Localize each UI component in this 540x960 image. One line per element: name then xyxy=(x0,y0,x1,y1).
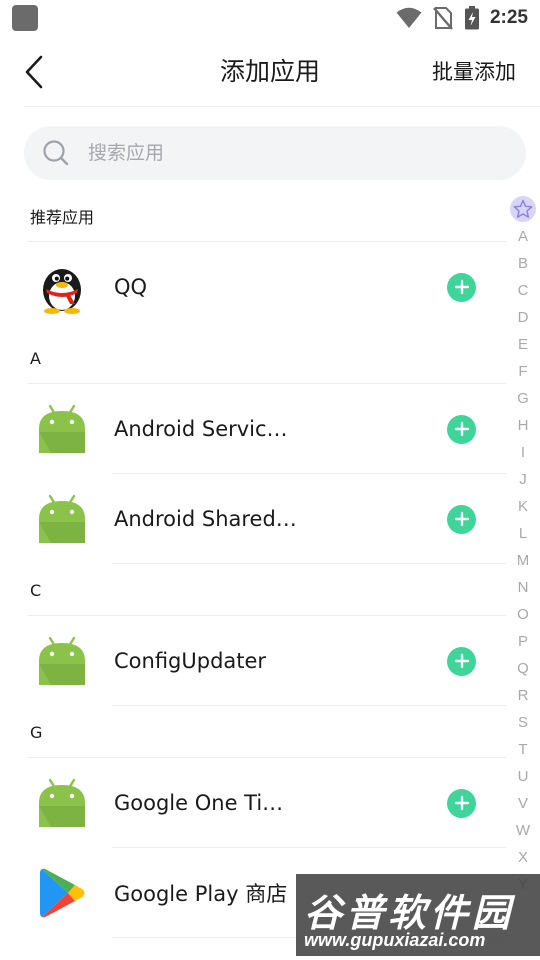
app-row-qq[interactable]: QQ xyxy=(0,242,540,332)
watermark-title: 谷普软件园 xyxy=(304,891,515,935)
index-letter-d[interactable]: D xyxy=(518,304,529,331)
app-row-android-shared[interactable]: Android Shared… xyxy=(0,474,540,564)
index-letter-t[interactable]: T xyxy=(518,736,527,763)
plus-icon xyxy=(454,653,469,669)
watermark: 谷普软件园 www.gupuxiazai.com xyxy=(296,874,540,956)
index-letter-a[interactable]: A xyxy=(518,223,528,250)
search-icon xyxy=(42,139,70,167)
index-letter-s[interactable]: S xyxy=(518,709,528,736)
index-letter-g[interactable]: G xyxy=(517,385,529,412)
app-name: Google Play 商店 xyxy=(114,882,288,906)
alphabet-index-bar[interactable]: A B C D E F G H I J K L M N O P Q R S T … xyxy=(510,196,536,898)
plus-icon xyxy=(454,511,469,527)
watermark-url: www.gupuxiazai.com xyxy=(304,930,486,950)
android-icon xyxy=(36,403,88,455)
qq-penguin-icon xyxy=(36,261,88,314)
app-name: ConfigUpdater xyxy=(114,649,267,673)
android-icon xyxy=(36,635,88,687)
app-name: QQ xyxy=(114,275,148,299)
add-button[interactable] xyxy=(447,788,476,818)
index-letter-w[interactable]: W xyxy=(516,817,530,844)
index-letter-k[interactable]: K xyxy=(518,493,528,520)
index-letter-e[interactable]: E xyxy=(518,331,528,358)
app-row-android-services[interactable]: Android Servic… xyxy=(0,384,540,474)
plus-icon xyxy=(454,279,469,295)
header: 添加应用 批量添加 xyxy=(0,36,540,106)
android-icon xyxy=(36,777,88,829)
add-button[interactable] xyxy=(447,272,476,302)
index-letter-h[interactable]: H xyxy=(518,412,529,439)
app-row-configupdater[interactable]: ConfigUpdater xyxy=(0,616,540,706)
section-header-a: A xyxy=(0,332,540,384)
status-time: 2:25 xyxy=(489,7,528,28)
index-letter-m[interactable]: M xyxy=(517,547,530,574)
app-list: 推荐应用 QQ A Android Servic… Android Shared… xyxy=(0,190,540,938)
app-name: Google One Ti… xyxy=(114,791,284,815)
index-letter-c[interactable]: C xyxy=(518,277,529,304)
status-bar: 2:25 xyxy=(0,0,540,36)
app-row-google-one[interactable]: Google One Ti… xyxy=(0,758,540,848)
app-name: Android Servic… xyxy=(114,417,288,441)
index-letter-l[interactable]: L xyxy=(519,520,527,547)
index-letter-q[interactable]: Q xyxy=(517,655,529,682)
header-divider xyxy=(24,106,540,107)
android-icon xyxy=(36,493,88,545)
notification-icon xyxy=(12,5,38,31)
index-letter-u[interactable]: U xyxy=(518,763,529,790)
section-header-g: G xyxy=(0,706,540,758)
add-button[interactable] xyxy=(447,504,476,534)
add-button[interactable] xyxy=(447,414,476,444)
index-letter-p[interactable]: P xyxy=(518,628,528,655)
search-input[interactable] xyxy=(86,141,470,165)
index-letter-b[interactable]: B xyxy=(518,250,528,277)
index-letter-x[interactable]: X xyxy=(518,844,528,871)
wifi-icon xyxy=(396,7,422,28)
battery-charging-icon xyxy=(464,6,479,30)
status-icons: 2:25 xyxy=(396,6,528,30)
add-button[interactable] xyxy=(447,646,476,676)
search-box[interactable] xyxy=(24,126,526,180)
google-play-icon xyxy=(36,867,88,919)
star-icon[interactable] xyxy=(510,196,536,222)
section-header-recommended: 推荐应用 xyxy=(0,190,540,242)
batch-add-button[interactable]: 批量添加 xyxy=(432,56,516,86)
index-letter-n[interactable]: N xyxy=(518,574,529,601)
index-letter-o[interactable]: O xyxy=(517,601,529,628)
index-letter-v[interactable]: V xyxy=(518,790,528,817)
plus-icon xyxy=(454,795,469,811)
app-name: Android Shared… xyxy=(114,507,297,531)
section-header-c: C xyxy=(0,564,540,616)
index-letter-f[interactable]: F xyxy=(518,358,527,385)
index-letter-i[interactable]: I xyxy=(521,439,525,466)
plus-icon xyxy=(454,421,469,437)
index-letter-j[interactable]: J xyxy=(519,466,527,493)
index-letter-r[interactable]: R xyxy=(518,682,529,709)
no-sim-icon xyxy=(433,7,453,30)
